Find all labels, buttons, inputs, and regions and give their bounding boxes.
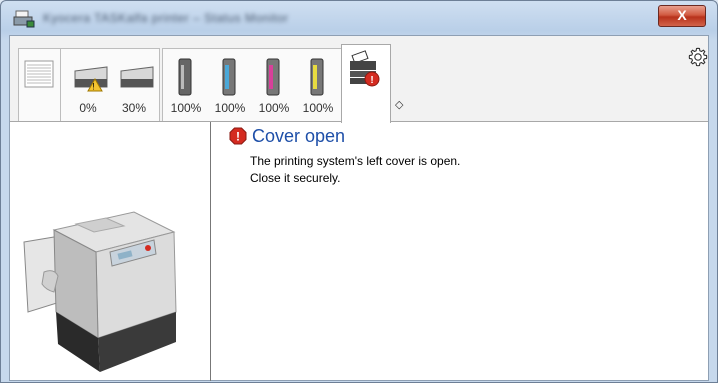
- toner-cartridge-icon: [266, 58, 280, 96]
- message-panel: ! Cover open The printing system's left …: [210, 122, 707, 381]
- tab-paper-tray-1[interactable]: ! 0%: [67, 49, 109, 121]
- client-area: ! 0% 30% 100% 100% 100% 100% ! ◇ ! Cover…: [9, 35, 709, 381]
- paper-stack-icon: [24, 60, 54, 88]
- close-button[interactable]: X: [658, 5, 706, 27]
- printer-illustration: [23, 211, 177, 372]
- svg-text:!: !: [236, 130, 240, 144]
- collapse-icon[interactable]: ◇: [395, 98, 403, 111]
- toner-cartridge-icon: [178, 58, 192, 96]
- tab-group-trays: ! 0% 30%: [60, 48, 160, 121]
- tab-label: 100%: [258, 101, 290, 115]
- printer-app-icon: [13, 10, 35, 28]
- tab-label: 100%: [170, 101, 202, 115]
- message-line: Close it securely.: [250, 171, 341, 185]
- toner-cartridge-icon: [310, 58, 324, 96]
- paper-tray-icon: [120, 66, 154, 88]
- toner-cartridge-icon: [222, 58, 236, 96]
- tab-toner-black[interactable]: 100%: [165, 49, 207, 121]
- title-bar[interactable]: Kyocera TASKalfa printer – Status Monito…: [1, 1, 717, 35]
- message-title: Cover open: [252, 126, 346, 146]
- status-monitor-window: Kyocera TASKalfa printer – Status Monito…: [0, 0, 718, 383]
- tab-paper-tray-2[interactable]: 30%: [113, 49, 155, 121]
- tab-paper-stack[interactable]: [19, 49, 61, 121]
- printer-error-icon: !: [350, 50, 380, 87]
- tab-label: 30%: [121, 101, 147, 115]
- tab-group-toners: 100% 100% 100% 100%: [162, 48, 344, 121]
- tab-toner-yellow[interactable]: 100%: [297, 49, 339, 121]
- gear-icon[interactable]: [687, 46, 709, 68]
- message-body: The printing system's left cover is open…: [250, 153, 460, 187]
- window-title: Kyocera TASKalfa printer – Status Monito…: [43, 11, 289, 25]
- tab-label: 0%: [79, 101, 97, 115]
- tab-toner-cyan[interactable]: 100%: [209, 49, 251, 121]
- paper-tray-icon: !: [74, 66, 108, 92]
- svg-text:!: !: [92, 82, 95, 92]
- tab-group-paper: [18, 48, 62, 121]
- status-toolbar: ! 0% 30% 100% 100% 100% 100% ! ◇: [10, 36, 709, 123]
- printer-illustration-panel: [10, 122, 211, 381]
- tab-label: 100%: [302, 101, 334, 115]
- error-icon: !: [229, 127, 247, 145]
- tab-toner-magenta[interactable]: 100%: [253, 49, 295, 121]
- message-line: The printing system's left cover is open…: [250, 154, 461, 168]
- tab-label: 100%: [214, 101, 246, 115]
- svg-text:!: !: [370, 75, 373, 86]
- tab-printer-error[interactable]: !: [341, 44, 391, 123]
